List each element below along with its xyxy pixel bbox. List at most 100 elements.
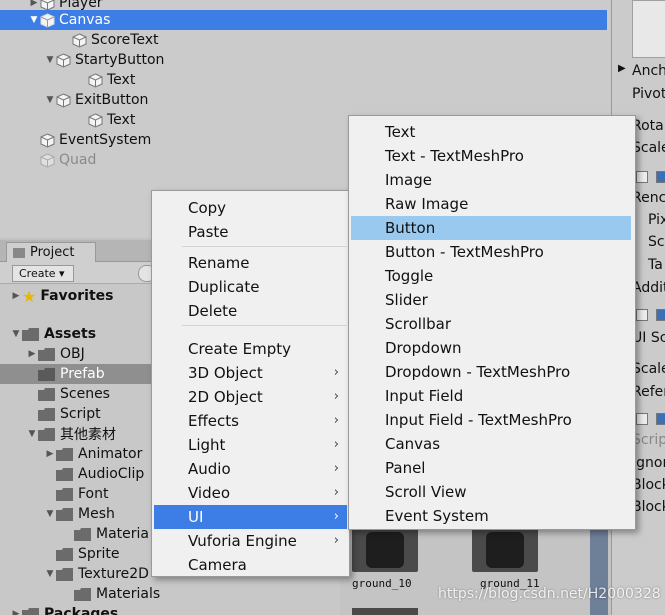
expanded-arrow-icon[interactable]: ▼ [44, 95, 56, 105]
collapsed-arrow-icon[interactable]: ▶ [10, 291, 22, 301]
submenu-item-slider[interactable]: Slider [351, 288, 631, 312]
folder-label: Script [60, 406, 101, 422]
hierarchy-item-text[interactable]: Text [0, 70, 607, 90]
menu-item-label: Button - TextMeshPro [385, 243, 544, 261]
gameobject-icon [40, 132, 55, 148]
component-checkbox[interactable] [636, 413, 648, 425]
expanded-arrow-icon[interactable]: ▼ [44, 509, 56, 519]
folder-item[interactable]: Materials [0, 584, 360, 604]
gameobject-icon [40, 152, 55, 168]
menu-item-rename[interactable]: Rename [154, 251, 347, 275]
menu-item-camera[interactable]: Camera [154, 553, 347, 577]
inspector-label: Scale [632, 361, 665, 377]
hierarchy-item-scoretext[interactable]: ScoreText [0, 30, 607, 50]
menu-item-label: Canvas [385, 435, 441, 453]
menu-item-label: Text [385, 123, 416, 141]
menu-item-label: Scroll View [385, 483, 467, 501]
folder-label: Materials [96, 586, 161, 602]
collapsed-arrow-icon[interactable]: ▶ [10, 609, 22, 615]
collapsed-arrow-icon[interactable]: ▶ [26, 349, 38, 359]
expanded-arrow-icon[interactable]: ▼ [26, 429, 38, 439]
hierarchy-item-canvas[interactable]: ▼ Canvas [0, 10, 607, 30]
submenu-item-dropdown-textmeshpro[interactable]: Dropdown - TextMeshPro [351, 360, 631, 384]
menu-item-light[interactable]: Light › [154, 433, 347, 457]
hierarchy-item-startybutton[interactable]: ▼ StartyButton [0, 50, 607, 70]
submenu-item-image[interactable]: Image [351, 168, 631, 192]
menu-item-label: Scrollbar [385, 315, 451, 333]
submenu-item-text-textmeshpro[interactable]: Text - TextMeshPro [351, 144, 631, 168]
chevron-right-icon: › [333, 461, 339, 476]
collapsed-arrow-icon[interactable]: ▶ [44, 449, 56, 459]
menu-item-ui[interactable]: UI › [154, 505, 347, 529]
asset-thumbnail[interactable] [352, 608, 418, 615]
foldout-arrow-icon[interactable]: ▶ [618, 63, 626, 74]
menu-item-delete[interactable]: Delete [154, 299, 347, 323]
hierarchy-label: StartyButton [75, 52, 165, 68]
submenu-item-input-field-textmeshpro[interactable]: Input Field - TextMeshPro [351, 408, 631, 432]
menu-item-2d-object[interactable]: 2D Object › [154, 385, 347, 409]
expanded-arrow-icon[interactable]: ▼ [28, 15, 40, 25]
menu-item-audio[interactable]: Audio › [154, 457, 347, 481]
menu-item-label: Audio [188, 460, 231, 478]
chevron-right-icon: › [333, 437, 339, 452]
tab-project-label: Project [30, 245, 75, 260]
asset-thumbnail[interactable] [352, 528, 418, 572]
submenu-item-panel[interactable]: Panel [351, 456, 631, 480]
menu-item-copy[interactable]: Copy [154, 196, 347, 220]
asset-thumbnail[interactable] [472, 528, 538, 572]
folder-icon [74, 527, 91, 541]
menu-item-paste[interactable]: Paste [154, 220, 347, 244]
menu-item-effects[interactable]: Effects › [154, 409, 347, 433]
inspector-label: Scrip [632, 432, 665, 448]
menu-item-vuforia-engine[interactable]: Vuforia Engine › [154, 529, 347, 553]
menu-item-label: Toggle [385, 267, 434, 285]
packages-folder[interactable]: ▶ Packages [0, 604, 360, 615]
folder-icon [38, 387, 55, 401]
vertical-scrollbar[interactable] [590, 530, 608, 615]
component-checkbox[interactable] [656, 309, 665, 321]
menu-item-label: Event System [385, 507, 489, 525]
inspector-label: Block [632, 499, 665, 515]
anchor-preset-box[interactable] [632, 0, 665, 58]
component-checkbox[interactable] [636, 171, 648, 183]
submenu-item-event-system[interactable]: Event System [351, 504, 631, 528]
folder-label: Sprite [78, 546, 120, 562]
menu-item-label: Camera [188, 556, 247, 574]
submenu-item-dropdown[interactable]: Dropdown [351, 336, 631, 360]
create-dropdown[interactable]: Create ▾ [12, 265, 74, 282]
expanded-arrow-icon[interactable]: ▼ [10, 329, 22, 339]
inspector-label: Pivot [632, 86, 665, 102]
inspector-label: Ta [648, 257, 663, 273]
submenu-item-input-field[interactable]: Input Field [351, 384, 631, 408]
menu-item-create-empty[interactable]: Create Empty [154, 337, 347, 361]
submenu-item-button[interactable]: Button [351, 216, 631, 240]
submenu-item-raw-image[interactable]: Raw Image [351, 192, 631, 216]
menu-item-video[interactable]: Video › [154, 481, 347, 505]
submenu-item-toggle[interactable]: Toggle [351, 264, 631, 288]
component-checkbox[interactable] [656, 171, 665, 183]
submenu-item-scroll-view[interactable]: Scroll View [351, 480, 631, 504]
inspector-label: Refer [632, 384, 665, 400]
component-checkbox[interactable] [656, 413, 665, 425]
hierarchy-label: Canvas [59, 12, 111, 28]
menu-item-label: Button [385, 219, 436, 237]
menu-separator [182, 246, 347, 247]
expanded-arrow-icon[interactable]: ▼ [44, 569, 56, 579]
menu-item-label: Video [188, 484, 231, 502]
submenu-item-button-textmeshpro[interactable]: Button - TextMeshPro [351, 240, 631, 264]
menu-item-label: Text - TextMeshPro [385, 147, 524, 165]
menu-item-label: 3D Object [188, 364, 263, 382]
menu-item-duplicate[interactable]: Duplicate [154, 275, 347, 299]
menu-item-label: Image [385, 171, 432, 189]
submenu-item-text[interactable]: Text [351, 120, 631, 144]
submenu-item-canvas[interactable]: Canvas [351, 432, 631, 456]
submenu-item-scrollbar[interactable]: Scrollbar [351, 312, 631, 336]
hierarchy-item-exitbutton[interactable]: ▼ ExitButton [0, 90, 607, 110]
menu-item-label: Rename [188, 254, 250, 272]
component-checkbox[interactable] [636, 309, 648, 321]
menu-item-3d-object[interactable]: 3D Object › [154, 361, 347, 385]
folder-label: Mesh [78, 506, 115, 522]
collapsed-arrow-icon[interactable]: ▶ [28, 0, 40, 8]
expanded-arrow-icon[interactable]: ▼ [44, 55, 56, 65]
tab-project[interactable]: Project [6, 242, 96, 262]
